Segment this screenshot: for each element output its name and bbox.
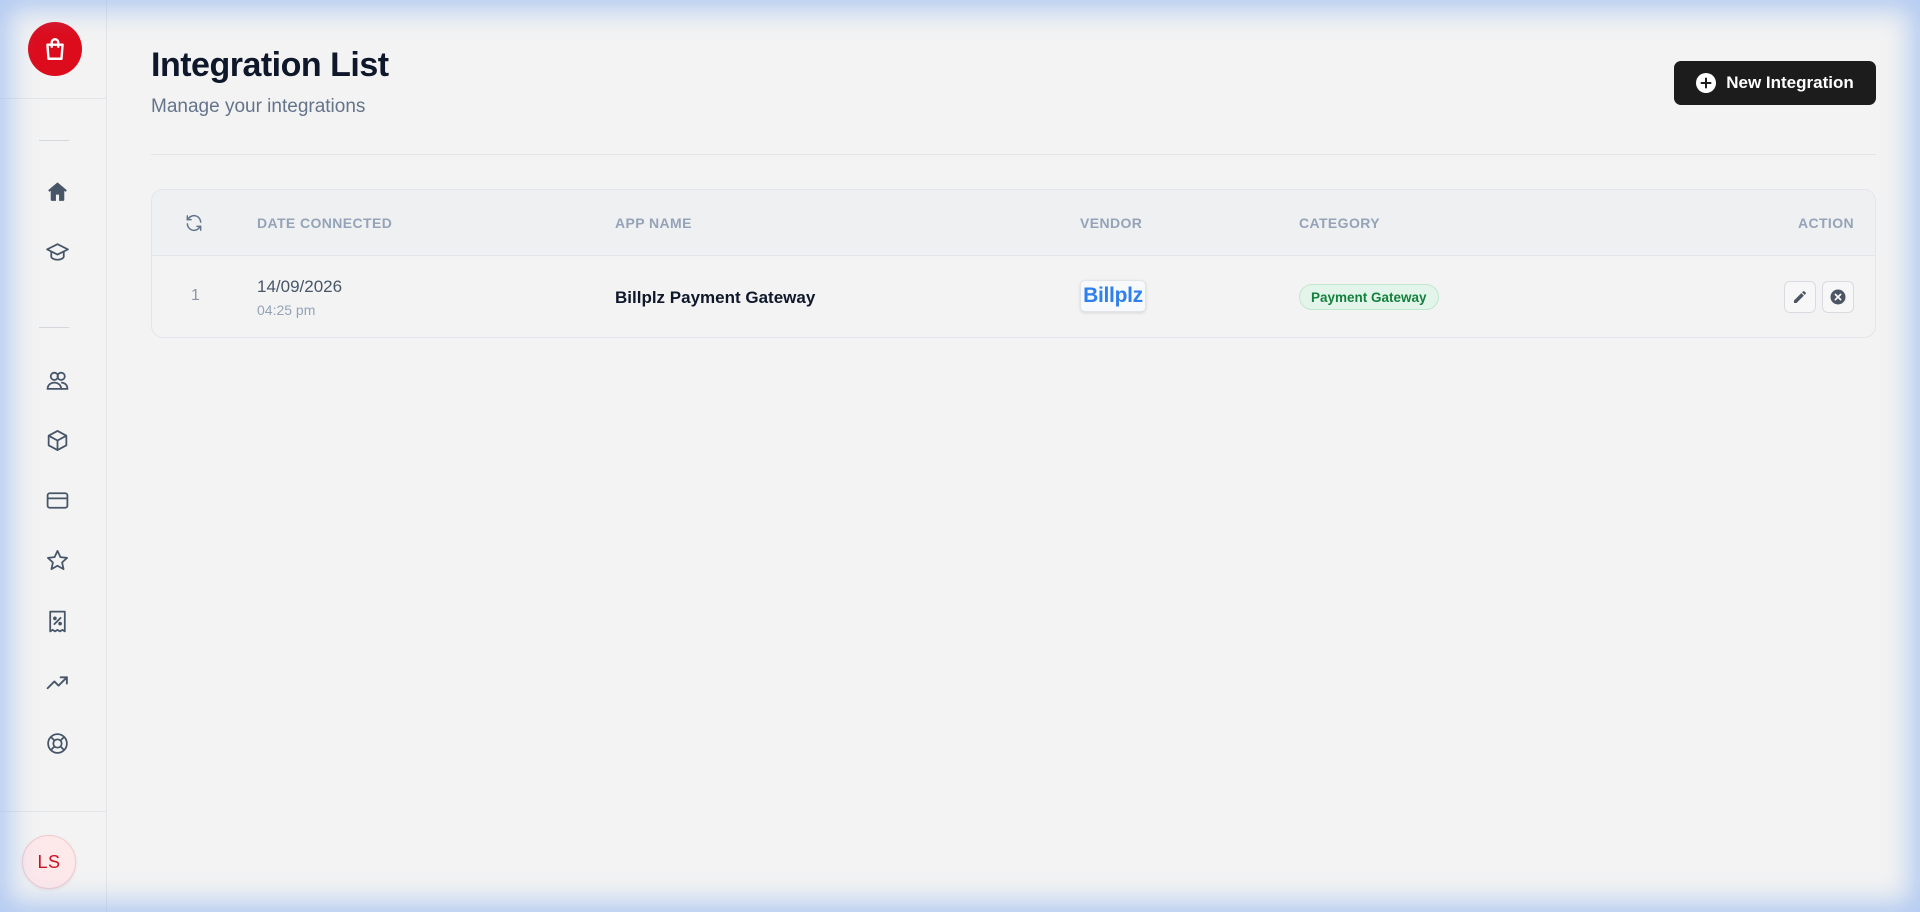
vendor-logo-text: Billplz — [1083, 284, 1143, 307]
edit-button[interactable] — [1784, 281, 1816, 313]
logo-divider — [0, 98, 107, 99]
column-header-category: CATEGORY — [1299, 215, 1380, 231]
vendor-logo: Billplz — [1080, 280, 1146, 312]
close-circle-icon — [1830, 289, 1846, 305]
row-time: 04:25 pm — [257, 302, 316, 318]
receipt-icon — [48, 610, 66, 632]
column-header-action: ACTION — [1797, 215, 1854, 231]
nav-item-products[interactable] — [35, 418, 79, 462]
nav-separator — [39, 327, 69, 328]
graduation-cap-icon — [45, 242, 69, 261]
credit-card-icon — [46, 491, 68, 509]
column-header-app: APP NAME — [615, 215, 692, 231]
nav-item-users[interactable] — [35, 358, 79, 402]
user-avatar[interactable]: LS — [22, 835, 76, 889]
integrations-table: DATE CONNECTED APP NAME VENDOR CATEGORY … — [151, 189, 1876, 338]
nav-item-home[interactable] — [35, 169, 79, 213]
column-header-date: DATE CONNECTED — [257, 215, 393, 231]
column-header-vendor: VENDOR — [1080, 215, 1143, 231]
lifebuoy-icon — [46, 732, 68, 754]
plus-circle-icon — [1696, 73, 1717, 93]
box-icon — [47, 429, 67, 451]
row-app-name: Billplz Payment Gateway — [615, 288, 816, 307]
category-badge: Payment Gateway — [1299, 284, 1439, 310]
new-integration-label: New Integration — [1726, 73, 1854, 92]
nav-item-receipts[interactable] — [35, 599, 79, 643]
page-subtitle: Manage your integrations — [151, 96, 366, 117]
nav-item-billing[interactable] — [35, 478, 79, 522]
table-header: DATE CONNECTED APP NAME VENDOR CATEGORY … — [152, 190, 1875, 256]
page-title: Integration List — [151, 46, 389, 84]
new-integration-button[interactable]: New Integration — [1674, 61, 1876, 105]
nav-item-favorites[interactable] — [35, 538, 79, 582]
row-index: 1 — [191, 287, 200, 304]
nav-item-learning[interactable] — [35, 230, 79, 274]
nav-item-support[interactable] — [35, 721, 79, 765]
sidebar-bottom-divider — [0, 811, 107, 812]
users-icon — [46, 371, 68, 390]
row-date: 14/09/2026 — [257, 277, 343, 296]
shopping-bag-icon — [46, 38, 64, 60]
table-row: 1 14/09/2026 04:25 pm Billplz Payment Ga… — [152, 256, 1875, 337]
home-icon — [47, 181, 67, 201]
star-icon — [46, 549, 68, 570]
pencil-icon — [1794, 291, 1806, 303]
refresh-button[interactable] — [182, 211, 206, 235]
header-divider — [151, 154, 1876, 155]
sidebar: LS — [0, 0, 107, 912]
delete-button[interactable] — [1822, 281, 1854, 313]
brand-logo[interactable] — [28, 22, 82, 76]
window-frame-glow — [0, 0, 1920, 912]
nav-item-analytics[interactable] — [35, 660, 79, 704]
refresh-icon — [186, 214, 202, 232]
avatar-initials: LS — [37, 851, 61, 872]
trending-up-icon — [46, 675, 68, 689]
nav-separator — [39, 140, 69, 141]
